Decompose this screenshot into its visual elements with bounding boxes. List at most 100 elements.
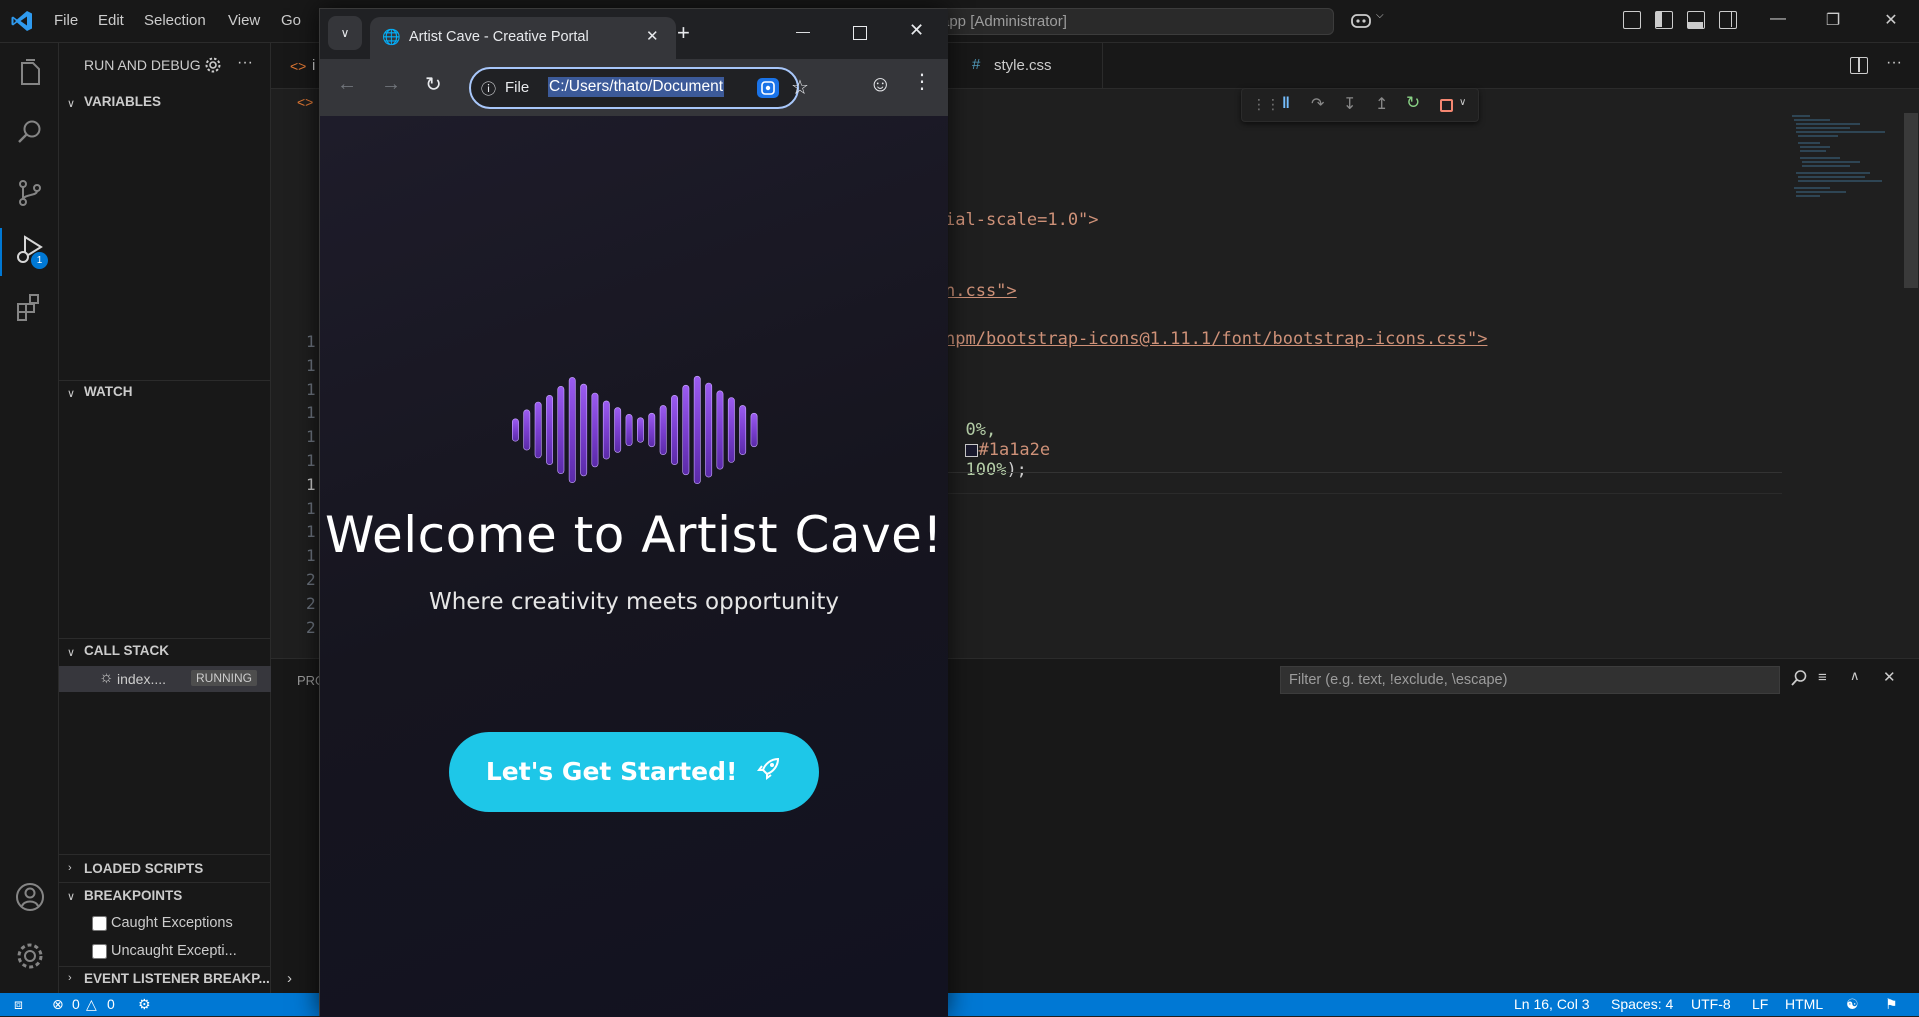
chevron-right-icon[interactable]: › bbox=[68, 972, 72, 984]
get-started-button[interactable]: Let's Get Started! bbox=[449, 732, 819, 812]
command-center[interactable]: app [Administrator] bbox=[930, 8, 1334, 35]
browser-maximize-icon[interactable] bbox=[853, 26, 867, 40]
address-bar[interactable]: ⓘ File C:/Users/thato/Document ☆ bbox=[469, 67, 809, 109]
step-over-icon[interactable]: ↷ bbox=[1311, 94, 1324, 114]
close-icon[interactable]: ✕ bbox=[1880, 10, 1902, 32]
back-arrow-icon[interactable]: ← bbox=[337, 73, 357, 96]
toggle-secondary-sidebar-icon[interactable] bbox=[1719, 11, 1737, 29]
caught-exceptions-checkbox[interactable] bbox=[92, 916, 107, 931]
debug-settings-gear-icon[interactable] bbox=[204, 56, 222, 74]
minimize-icon[interactable]: — bbox=[1767, 10, 1789, 32]
step-out-icon[interactable]: ↥ bbox=[1375, 94, 1388, 114]
browser-tab[interactable]: 🌐 Artist Cave - Creative Portal ✕ bbox=[370, 17, 676, 59]
extensions-icon[interactable] bbox=[13, 291, 47, 325]
editor-tab-index[interactable]: i bbox=[312, 57, 315, 74]
search-icon[interactable] bbox=[13, 115, 47, 149]
chevron-right-icon[interactable]: › bbox=[287, 970, 292, 987]
errors-icon[interactable]: ⊗ bbox=[52, 996, 64, 1013]
code-link[interactable]: npm/bootstrap-icons@1.11.1/font/bootstra… bbox=[945, 329, 1487, 349]
address-url[interactable]: C:/Users/thato/Document bbox=[548, 77, 725, 97]
chevron-down-icon[interactable]: ∨ bbox=[67, 890, 75, 903]
soundwave-bar bbox=[739, 405, 747, 455]
tab-search-chevron-icon[interactable]: ∨ bbox=[328, 16, 362, 50]
remote-icon[interactable]: ⧈ bbox=[14, 996, 23, 1013]
browser-menu-icon[interactable]: ⋮ bbox=[912, 69, 932, 94]
code-line-viewport[interactable]: ial-scale=1.0"> bbox=[945, 210, 1099, 230]
language-mode[interactable]: HTML bbox=[1785, 996, 1823, 1012]
google-lens-icon[interactable] bbox=[757, 78, 779, 98]
notifications-bell-icon[interactable]: ⚑ bbox=[1885, 996, 1898, 1013]
code-link[interactable]: n.css"> bbox=[945, 281, 1017, 301]
bookmark-star-icon[interactable]: ☆ bbox=[791, 75, 809, 100]
more-actions-icon[interactable]: ··· bbox=[237, 54, 253, 72]
event-listener-section-header[interactable]: EVENT LISTENER BREAKP... bbox=[84, 971, 270, 986]
new-tab-icon[interactable]: + bbox=[677, 20, 690, 46]
tab-close-icon[interactable]: ✕ bbox=[646, 27, 659, 45]
call-stack-section-header[interactable]: CALL STACK bbox=[84, 643, 169, 658]
reload-icon[interactable]: ↻ bbox=[425, 72, 442, 97]
variables-section-header[interactable]: VARIABLES bbox=[84, 94, 161, 109]
copilot-status-icon[interactable]: ☯ bbox=[1846, 996, 1859, 1013]
color-swatch[interactable] bbox=[965, 443, 979, 457]
command-center-label: app [Administrator] bbox=[941, 13, 1067, 30]
indentation[interactable]: Spaces: 4 bbox=[1611, 996, 1673, 1012]
editor-scrollbar[interactable] bbox=[1904, 113, 1918, 288]
restart-icon[interactable]: ↻ bbox=[1406, 93, 1420, 113]
chevron-right-icon[interactable]: › bbox=[68, 862, 72, 874]
soundwave-bar bbox=[727, 397, 735, 463]
menu-selection[interactable]: Selection bbox=[144, 12, 206, 29]
menu-file[interactable]: File bbox=[54, 12, 78, 29]
toggle-panel-icon[interactable] bbox=[1687, 11, 1705, 29]
run-debug-icon[interactable]: 1 bbox=[13, 233, 48, 269]
warnings-icon[interactable]: △ bbox=[86, 996, 97, 1013]
debug-status-icon[interactable]: ⚙ bbox=[138, 996, 151, 1013]
menu-go[interactable]: Go bbox=[281, 12, 301, 29]
cursor-position[interactable]: Ln 16, Col 3 bbox=[1514, 996, 1590, 1012]
maximize-panel-icon[interactable]: ∧ bbox=[1850, 668, 1860, 684]
site-info-icon[interactable]: ⓘ bbox=[481, 78, 496, 99]
settings-gear-icon[interactable] bbox=[13, 939, 47, 973]
end-of-line[interactable]: LF bbox=[1752, 996, 1768, 1012]
code-line-icons[interactable]: npm/bootstrap-icons@1.11.1/font/bootstra… bbox=[945, 329, 1487, 349]
uncaught-exceptions-checkbox[interactable] bbox=[92, 944, 107, 959]
profile-icon[interactable]: ☺ bbox=[869, 71, 891, 97]
minimap[interactable] bbox=[1790, 113, 1900, 223]
copilot-icon[interactable]: ⌵ bbox=[1350, 10, 1390, 32]
stop-icon[interactable] bbox=[1440, 99, 1453, 112]
breakpoints-section-header[interactable]: BREAKPOINTS bbox=[84, 888, 182, 903]
menu-edit[interactable]: Edit bbox=[98, 12, 124, 29]
filter-placeholder: Filter (e.g. text, !exclude, \escape) bbox=[1289, 672, 1508, 688]
toggle-sidebar-icon[interactable] bbox=[1655, 11, 1673, 29]
step-into-icon[interactable]: ↧ bbox=[1343, 94, 1356, 114]
browser-minimize-icon[interactable]: — bbox=[796, 23, 810, 39]
editor-tab-style[interactable]: # style.css bbox=[947, 43, 1103, 89]
close-panel-icon[interactable]: ✕ bbox=[1883, 668, 1896, 686]
chevron-down-icon[interactable]: ∨ bbox=[67, 387, 75, 400]
editor-more-icon[interactable]: ··· bbox=[1886, 54, 1902, 72]
status-badge: RUNNING bbox=[191, 670, 257, 686]
explorer-icon[interactable] bbox=[13, 57, 47, 91]
account-icon[interactable] bbox=[13, 880, 47, 914]
watch-section-header[interactable]: WATCH bbox=[84, 384, 133, 399]
split-editor-icon[interactable] bbox=[1850, 57, 1868, 74]
drag-handle-icon[interactable]: ⋮⋮ bbox=[1252, 96, 1280, 113]
clear-console-icon[interactable]: ≡ bbox=[1818, 669, 1827, 686]
encoding[interactable]: UTF-8 bbox=[1691, 996, 1731, 1012]
output-filter-input[interactable]: Filter (e.g. text, !exclude, \escape) bbox=[1280, 666, 1780, 694]
chevron-down-icon[interactable]: ∨ bbox=[1459, 97, 1466, 108]
forward-arrow-icon[interactable]: → bbox=[381, 73, 401, 96]
code-line-gradient[interactable]: 0%, #1a1a2e 100%); bbox=[945, 400, 1050, 480]
loaded-scripts-section-header[interactable]: LOADED SCRIPTS bbox=[84, 861, 203, 876]
chevron-down-icon[interactable]: ∨ bbox=[67, 646, 75, 659]
chevron-down-icon[interactable]: ∨ bbox=[67, 97, 75, 110]
search-icon[interactable] bbox=[1790, 669, 1808, 687]
call-stack-row[interactable]: ☼ index.... RUNNING bbox=[59, 666, 271, 692]
restore-icon[interactable]: ❐ bbox=[1822, 10, 1844, 32]
menu-view[interactable]: View bbox=[228, 12, 260, 29]
code-line-stylesheet[interactable]: n.css"> bbox=[945, 281, 1017, 301]
customize-layout-icon[interactable] bbox=[1623, 11, 1641, 29]
source-control-icon[interactable] bbox=[13, 176, 47, 210]
browser-close-icon[interactable]: ✕ bbox=[909, 20, 924, 41]
pause-icon[interactable]: ‖ bbox=[1282, 95, 1290, 113]
code-text: ); bbox=[1006, 460, 1027, 480]
